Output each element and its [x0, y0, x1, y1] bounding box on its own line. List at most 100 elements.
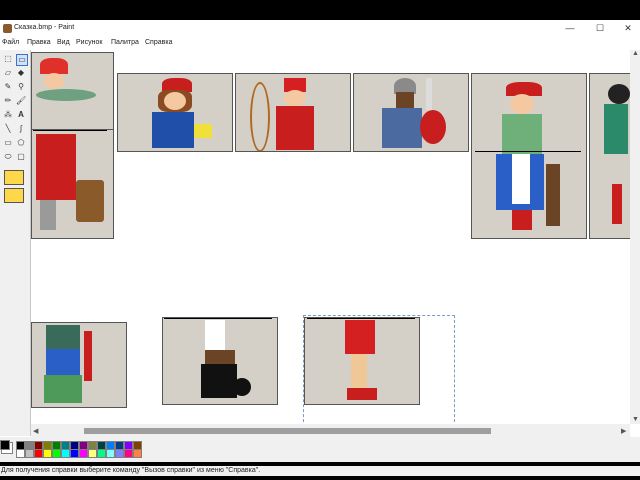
shield — [420, 110, 446, 144]
sword — [426, 78, 432, 110]
face — [44, 73, 64, 89]
hat — [40, 58, 68, 74]
scroll-down-icon[interactable]: ▼ — [632, 416, 639, 423]
tile-witch — [471, 73, 587, 239]
horizontal-scroll-thumb[interactable] — [84, 428, 491, 434]
magnifier-icon[interactable]: ⚲ — [16, 82, 26, 92]
text-tool-icon[interactable]: A — [16, 110, 26, 120]
status-text: Для получения справки выберите команду "… — [1, 467, 261, 474]
rect-select-icon[interactable]: ▭ — [16, 54, 28, 66]
curve-icon[interactable]: ∫ — [16, 124, 26, 134]
bomb — [233, 378, 251, 396]
menu-palette[interactable]: Палитра — [111, 39, 139, 46]
eraser-icon[interactable]: ▱ — [3, 68, 13, 78]
stockings — [512, 210, 532, 230]
divider-line — [164, 318, 272, 319]
menu-help[interactable]: Справка — [145, 39, 172, 46]
color-swatch[interactable] — [61, 449, 70, 458]
menu-file[interactable]: Файл — [2, 39, 19, 46]
line-icon[interactable]: ╲ — [3, 124, 13, 134]
tile-archer — [235, 73, 351, 152]
boot-left — [40, 200, 56, 230]
color-swatch[interactable] — [16, 449, 25, 458]
color-swatch[interactable] — [124, 449, 133, 458]
bucket — [76, 180, 104, 222]
rounded-rect-icon[interactable]: ▢ — [16, 152, 26, 162]
color-swatch[interactable] — [97, 449, 106, 458]
color-swatch[interactable] — [52, 449, 61, 458]
color-swatch[interactable] — [106, 449, 115, 458]
apron — [512, 154, 530, 204]
menu-view[interactable]: Вид — [57, 39, 70, 46]
airbrush-icon[interactable]: ⁂ — [3, 110, 13, 120]
window-title: Сказка.bmp - Paint — [14, 24, 75, 31]
color-palette — [0, 437, 640, 462]
color-swatch[interactable] — [115, 449, 124, 458]
color-swatch[interactable] — [25, 449, 34, 458]
blouse — [502, 114, 542, 154]
ellipse-icon[interactable]: ⬭ — [3, 152, 13, 162]
horizontal-scrollbar[interactable]: ◀ ▶ — [31, 424, 630, 437]
picker-icon[interactable]: ✎ — [3, 82, 13, 92]
free-select-icon[interactable]: ⬚ — [3, 54, 13, 64]
vertical-scrollbar[interactable]: ▲ ▼ — [630, 50, 640, 424]
drawing-canvas[interactable] — [31, 50, 630, 424]
pencil-icon[interactable]: ✏ — [3, 96, 13, 106]
rectangle-icon[interactable]: ▭ — [3, 138, 13, 148]
face — [164, 92, 186, 110]
divider-line — [475, 151, 581, 152]
scabbard — [84, 331, 92, 381]
boots — [201, 364, 237, 398]
dress — [152, 112, 194, 148]
tunic — [46, 325, 80, 349]
watering-can — [194, 124, 212, 138]
trousers — [205, 320, 225, 350]
tile-fisherman-top — [31, 52, 114, 130]
menu-image[interactable]: Рисунок — [76, 39, 102, 46]
close-button[interactable]: ✕ — [618, 22, 638, 35]
tile-knight — [353, 73, 469, 152]
fill-icon[interactable]: ◆ — [16, 68, 26, 78]
menu-bar: Файл Правка Вид Рисунок Палитра Справка — [0, 37, 640, 48]
tile-fisherman-bottom — [31, 129, 114, 239]
tile-legs-green — [31, 322, 127, 408]
status-bar: Для получения справки выберите команду "… — [0, 466, 640, 476]
color-swatch[interactable] — [88, 449, 97, 458]
color-swatch[interactable] — [70, 449, 79, 458]
brush-icon[interactable]: 🖌 — [16, 96, 26, 106]
tile-legs-boots — [162, 317, 278, 405]
divider-line — [33, 130, 107, 131]
fish — [36, 89, 96, 101]
menu-edit[interactable]: Правка — [27, 39, 51, 46]
tile-partial-right — [589, 73, 630, 239]
color-swatch[interactable] — [79, 449, 88, 458]
polygon-icon[interactable]: ⬠ — [16, 138, 26, 148]
paint-window: Сказка.bmp - Paint — ☐ ✕ Файл Правка Вид… — [0, 20, 640, 476]
shirt — [604, 104, 628, 154]
toolbox: ⬚ ▭ ▱ ◆ ✎ ⚲ ✏ 🖌 ⁂ A ╲ ∫ ▭ ⬠ ⬭ ▢ — [0, 50, 31, 436]
color-swatch[interactable] — [133, 449, 142, 458]
scroll-up-icon[interactable]: ▲ — [632, 50, 639, 57]
title-bar: Сказка.bmp - Paint — ☐ ✕ — [0, 20, 640, 37]
trousers — [46, 349, 80, 375]
foreground-color[interactable] — [0, 440, 10, 450]
color-swatch[interactable] — [34, 449, 43, 458]
armor — [382, 108, 422, 148]
belt — [205, 350, 235, 364]
face — [510, 94, 534, 114]
transparent-mode-icon[interactable] — [4, 188, 24, 203]
color-swatch[interactable] — [43, 449, 52, 458]
minimize-button[interactable]: — — [560, 22, 580, 35]
paint-icon — [3, 24, 12, 33]
maximize-button[interactable]: ☐ — [590, 22, 610, 35]
broom — [546, 164, 560, 226]
bow — [250, 82, 270, 151]
scroll-left-icon[interactable]: ◀ — [33, 427, 38, 435]
coat — [36, 134, 76, 200]
scroll-right-icon[interactable]: ▶ — [621, 427, 626, 435]
hair — [608, 84, 630, 104]
opaque-mode-icon[interactable] — [4, 170, 24, 185]
legs — [612, 184, 622, 224]
selection-rectangle[interactable] — [303, 315, 455, 424]
tile-girl — [117, 73, 233, 152]
